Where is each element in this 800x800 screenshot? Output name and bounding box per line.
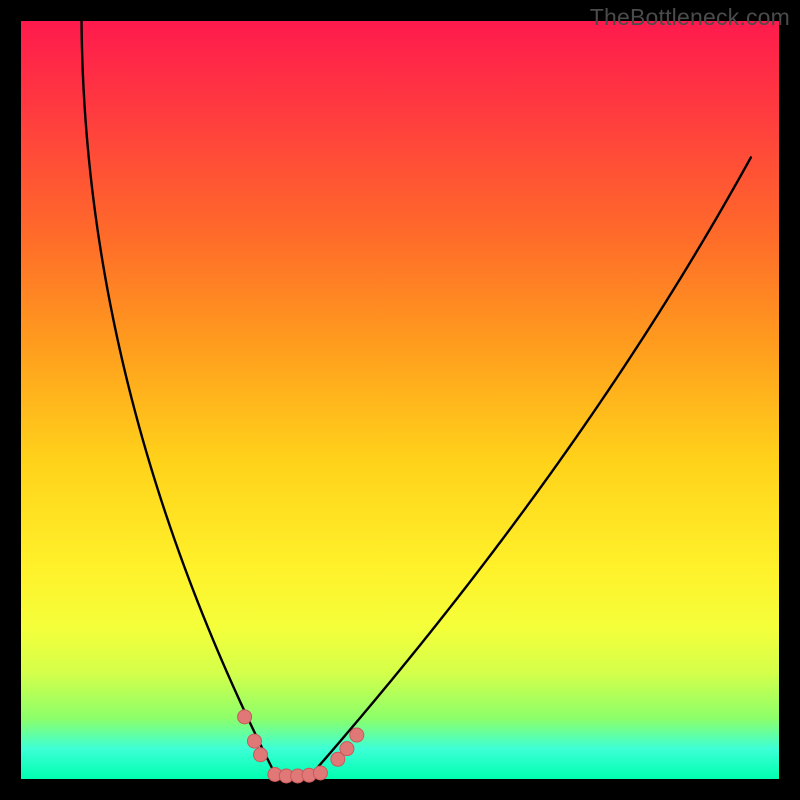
left-branch-path bbox=[82, 21, 278, 779]
chart-svg bbox=[21, 21, 779, 779]
watermark-text: TheBottleneck.com bbox=[590, 4, 790, 31]
chart-frame: TheBottleneck.com bbox=[0, 0, 800, 800]
marker-dot bbox=[247, 734, 261, 748]
plot-area bbox=[21, 21, 779, 779]
marker-dot bbox=[350, 728, 364, 742]
marker-dot bbox=[254, 748, 268, 762]
left-branch bbox=[82, 21, 278, 779]
marker-dot bbox=[340, 742, 354, 756]
marker-group bbox=[238, 710, 364, 783]
marker-dot bbox=[238, 710, 252, 724]
right-branch bbox=[308, 157, 751, 779]
right-branch-path bbox=[308, 157, 751, 779]
marker-dot bbox=[313, 766, 327, 780]
